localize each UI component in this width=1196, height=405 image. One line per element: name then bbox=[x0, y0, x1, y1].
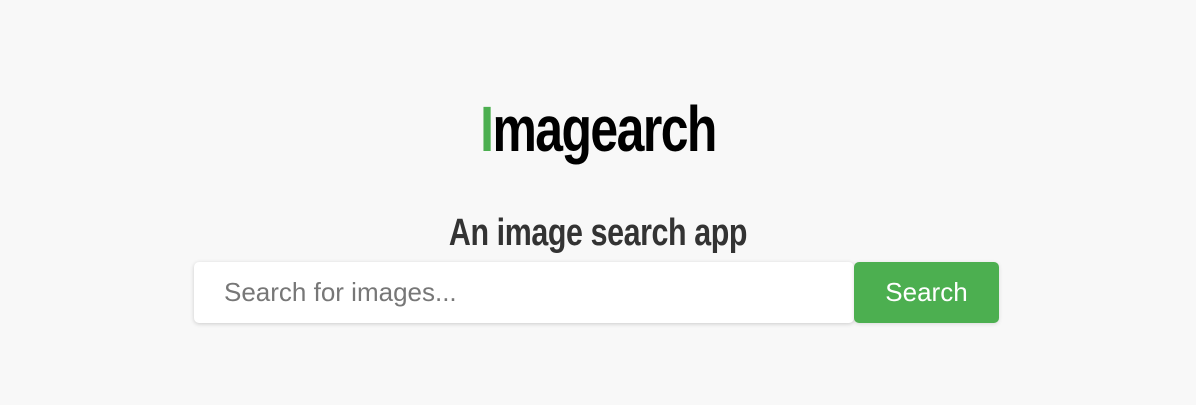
app-logo: Imagearch bbox=[132, 93, 1065, 165]
page-tagline: An image search app bbox=[448, 211, 748, 254]
search-input[interactable] bbox=[194, 262, 854, 323]
search-button[interactable]: Search bbox=[854, 262, 999, 323]
logo-text: magearch bbox=[492, 92, 717, 165]
search-form: Search bbox=[194, 262, 999, 323]
logo-accent-letter: I bbox=[480, 92, 494, 165]
